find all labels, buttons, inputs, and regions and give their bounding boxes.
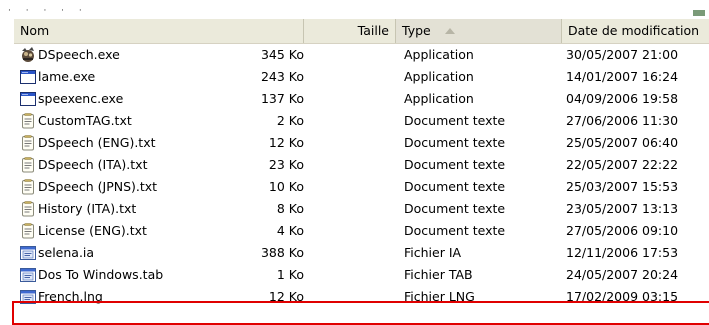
file-type: Document texte — [404, 113, 506, 128]
top-strip: · · · · · — [0, 0, 709, 19]
file-date: 30/05/2007 21:00 — [566, 47, 679, 62]
file-size: 388 Ko — [260, 245, 304, 260]
column-header-name-label: Nom — [20, 23, 50, 38]
file-row[interactable]: speexenc.exe 137 Ko Application 04/09/2006 … — [14, 88, 709, 110]
file-row[interactable]: French.lng 12 Ko Fichier LNG 17/02/2009 03:… — [14, 286, 709, 308]
file-type: Document texte — [404, 179, 506, 194]
file-date: 25/03/2007 15:53 — [566, 179, 679, 194]
file-row[interactable]: Dos To Windows.tab 1 Ko Fichier TAB 24/05/2… — [14, 264, 709, 286]
column-header-date[interactable]: Date de modification — [562, 19, 709, 43]
file-row[interactable]: License (ENG).txt 4 Ko Document texte 27/05… — [14, 220, 709, 242]
file-type: Application — [404, 91, 474, 106]
file-size: 12 Ko — [268, 289, 304, 304]
file-row[interactable]: DSpeech.exe 345 Ko Application 30/05/2007 2… — [14, 44, 709, 66]
file-size: 1 Ko — [276, 267, 304, 282]
file-date: 17/02/2009 03:15 — [566, 289, 679, 304]
file-row[interactable]: CustomTAG.txt 2 Ko Document texte 27/06/200… — [14, 110, 709, 132]
file-size: 4 Ko — [276, 223, 304, 238]
file-type: Application — [404, 69, 474, 84]
file-date: 22/05/2007 22:22 — [566, 157, 679, 172]
file-type: Fichier IA — [404, 245, 462, 260]
file-type: Application — [404, 47, 474, 62]
file-row[interactable]: DSpeech (ITA).txt 23 Ko Document texte 22/0… — [14, 154, 709, 176]
file-row[interactable]: DSpeech (JPNS).txt 10 Ko Document texte 25/… — [14, 176, 709, 198]
file-size: 345 Ko — [260, 47, 304, 62]
file-row[interactable]: History (ITA).txt 8 Ko Document texte 23/05… — [14, 198, 709, 220]
file-date: 24/05/2007 20:24 — [566, 267, 679, 282]
file-size: 23 Ko — [268, 157, 304, 172]
file-date: 23/05/2007 13:13 — [566, 201, 679, 216]
file-row[interactable]: DSpeech (ENG).txt 12 Ko Document texte 25/0… — [14, 132, 709, 154]
scrollbar-thumb[interactable] — [693, 10, 705, 16]
column-header-type-label: Type — [402, 23, 431, 38]
file-size: 243 Ko — [260, 69, 304, 84]
file-size: 12 Ko — [268, 135, 304, 150]
file-date: 12/11/2006 17:53 — [566, 245, 679, 260]
sort-ascending-icon — [444, 27, 455, 34]
column-header-bar: Nom Taille Type Date de modification — [14, 19, 709, 44]
column-header-size-label: Taille — [357, 23, 389, 38]
file-type: Document texte — [404, 135, 506, 150]
file-date: 27/05/2006 09:10 — [566, 223, 679, 238]
column-header-name[interactable]: Nom — [14, 19, 304, 43]
file-type: Document texte — [404, 201, 506, 216]
file-size: 137 Ko — [260, 91, 304, 106]
file-type: Document texte — [404, 223, 506, 238]
file-row[interactable]: lame.exe 243 Ko Application 14/01/2007 16:2… — [14, 66, 709, 88]
file-date: 25/05/2007 06:40 — [566, 135, 679, 150]
truncated-text-fragment: · · · · · — [8, 6, 88, 16]
file-date: 04/09/2006 19:58 — [566, 91, 679, 106]
file-type: Document texte — [404, 157, 506, 172]
file-size: 10 Ko — [268, 179, 304, 194]
column-header-type[interactable]: Type — [396, 19, 562, 43]
file-date: 27/06/2006 11:30 — [566, 113, 679, 128]
column-header-size[interactable]: Taille — [304, 19, 396, 43]
file-size: 2 Ko — [276, 113, 304, 128]
file-date: 14/01/2007 16:24 — [566, 69, 679, 84]
file-type: Fichier TAB — [404, 267, 473, 282]
file-row[interactable]: selena.ia 388 Ko Fichier IA 12/11/2006 17:5… — [14, 242, 709, 264]
column-header-date-label: Date de modification — [568, 23, 700, 38]
file-size: 8 Ko — [276, 201, 304, 216]
file-type: Fichier LNG — [404, 289, 475, 304]
